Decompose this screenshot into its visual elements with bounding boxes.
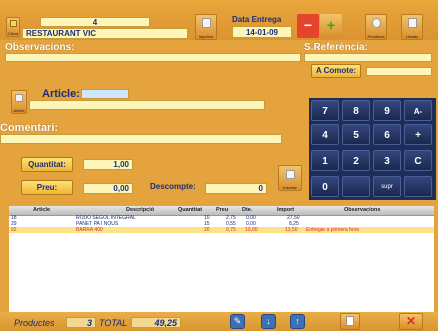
order-lines-table: Article Descripció Quantitat Preu Dte. I… [9,206,434,312]
client-button[interactable]: Client [6,17,20,37]
cell-description: BARRA 400 [76,227,103,233]
col-description: Descripció [126,207,155,213]
col-dte: Dte. [242,207,253,213]
print-button[interactable]: Imprimir [195,14,217,40]
cell-price: 0,75 [226,227,236,233]
comment-label: Comentari: [0,122,59,134]
col-price: Preu [216,207,229,213]
client-name-field[interactable]: RESTAURANT VIC [22,28,188,39]
cell-quantity: 20 [204,227,210,233]
col-article: Article [33,207,51,213]
list-button[interactable]: Llistats [401,14,423,40]
quantity-button[interactable]: Quantitat: [21,157,73,172]
pending-button[interactable]: Pendents [365,14,387,40]
col-import: Import [277,207,295,213]
key-a-minus[interactable]: A- [404,100,432,121]
print-caption: Imprimir [198,34,214,39]
close-button[interactable]: ✕ [399,313,423,330]
table-row-selected[interactable]: 92 BARRA 400 20 0,75 10,00 13,50 Entrega… [9,227,434,233]
arrow-up-icon: ↑ [295,316,300,326]
key-6[interactable]: 6 [373,124,401,145]
document-button[interactable] [340,313,360,330]
key-supr[interactable]: supr [373,176,401,197]
pending-caption: Pendents [367,34,385,39]
magnifier-icon [372,18,381,28]
col-quantity: Quantitat [178,207,203,213]
arrow-down-icon: ↓ [266,316,271,326]
client-caption: Client [7,31,19,36]
key-5[interactable]: 5 [342,124,370,145]
comote-button[interactable]: A Comote: [311,64,361,78]
key-3[interactable]: 3 [373,150,401,171]
order-entry-screen: Client 4 RESTAURANT VIC Imprimir Data En… [0,0,438,331]
quantity-field[interactable]: 1,00 [83,159,133,170]
edit-line-button[interactable]: ✎ [230,314,245,329]
edit-icon: ✎ [233,316,242,326]
key-7[interactable]: 7 [311,100,339,121]
document-icon [346,316,354,326]
delivery-date-label: Data Entrega [232,15,282,24]
article-label: Article: [42,88,80,100]
total-label: TOTAL [99,318,128,328]
cell-import: 13,50 [285,227,298,233]
move-up-button[interactable]: ↑ [290,314,305,329]
person-icon [10,20,17,27]
products-label: Productes [14,318,55,328]
reference-label: S.Referència: [304,42,368,53]
total-value: 49,25 [131,317,181,328]
article-icon [15,94,23,102]
article-code-field[interactable] [81,89,129,99]
discount-field[interactable]: 0 [205,183,267,194]
article-button[interactable]: Article [11,90,27,114]
comment-field[interactable] [0,134,282,144]
cell-article: 92 [11,227,17,233]
client-number-field[interactable]: 4 [40,17,150,27]
numeric-keypad: 7 8 9 A- 4 5 6 + 1 2 3 C 0 supr [309,98,436,200]
key-1[interactable]: 1 [311,150,339,171]
key-clear[interactable]: C [404,150,432,171]
key-blank[interactable] [404,176,432,197]
list-icon [408,18,417,28]
key-plus[interactable]: + [404,124,432,145]
comote-field[interactable] [366,67,432,76]
list-caption: Llistats [405,34,419,39]
plus-button[interactable]: + [320,14,342,38]
cell-dte: 10,00 [245,227,258,233]
delivery-date-field[interactable]: 14-01-09 [232,26,292,38]
price-field[interactable]: 0,00 [83,183,133,194]
key-decimal[interactable] [342,176,370,197]
price-button[interactable]: Preu: [21,180,73,195]
key-0[interactable]: 0 [311,176,339,197]
article-description-field[interactable] [29,100,265,110]
printer-icon [202,18,211,28]
insert-button[interactable]: Insertar [278,165,302,191]
key-4[interactable]: 4 [311,124,339,145]
minus-button[interactable]: − [297,14,319,38]
close-icon: ✕ [405,314,417,328]
key-9[interactable]: 9 [373,100,401,121]
move-down-button[interactable]: ↓ [261,314,276,329]
reference-field[interactable] [304,53,432,62]
products-count: 3 [66,317,96,328]
key-8[interactable]: 8 [342,100,370,121]
cell-observations: Entregar a primera hora [306,227,360,233]
insert-caption: Insertar [283,185,297,190]
insert-icon [286,170,295,179]
article-caption: Article [13,108,25,113]
key-2[interactable]: 2 [342,150,370,171]
observations-label: Observacions: [5,42,75,53]
discount-label: Descompte: [150,182,196,191]
col-observations: Observacions [344,207,381,213]
observations-field[interactable] [5,53,301,62]
